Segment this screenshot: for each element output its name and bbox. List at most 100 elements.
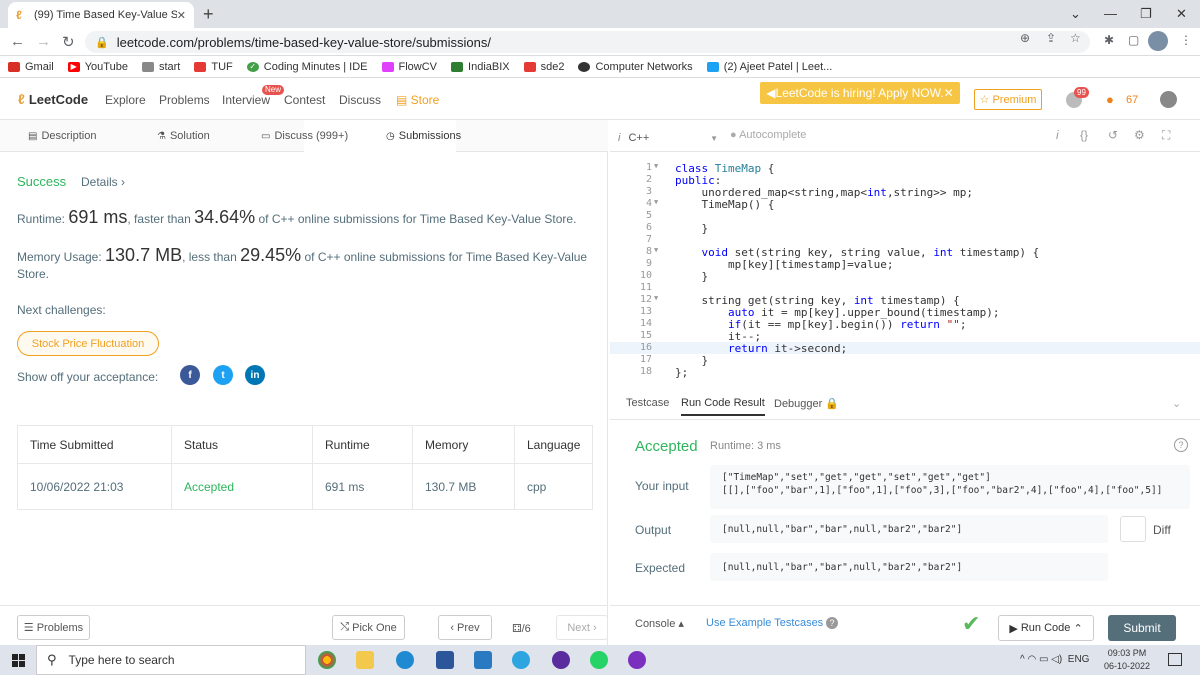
diff-toggle[interactable] (1120, 516, 1146, 542)
bookmark-computer-networks[interactable]: Computer Networks (578, 61, 693, 73)
photos-icon[interactable] (436, 651, 454, 669)
nav-contest[interactable]: Contest (284, 93, 325, 107)
twitter-share-icon[interactable]: t (213, 365, 233, 385)
browser-tab[interactable]: ℓ (99) Time Based Key-Value Store ✕ (8, 2, 194, 28)
tab-description[interactable]: ▤ Description (28, 130, 96, 142)
help-icon[interactable]: ? (1174, 438, 1188, 452)
bookmark-twitter[interactable]: (2) Ajeet Patel | Leet... (706, 61, 832, 73)
cell-status-link[interactable]: Accepted (171, 463, 313, 510)
notification-center-icon[interactable] (1168, 653, 1182, 666)
tab-discuss[interactable]: ▭ Discuss (999+) (261, 130, 348, 142)
language-select[interactable]: i C++ ▼ (618, 128, 718, 148)
close-banner-icon[interactable]: ✕ (944, 86, 954, 100)
share-icon[interactable]: ⇪ (1046, 31, 1056, 45)
profile-avatar[interactable] (1148, 31, 1168, 51)
system-tray[interactable]: ^ ◠ ▭ ◁) ENG (1020, 654, 1089, 665)
collapse-chevron-icon[interactable]: ⌄ (1172, 397, 1181, 410)
bookmark-flowcv[interactable]: FlowCV (381, 61, 437, 73)
tab-submissions[interactable]: ◷ Submissions (386, 130, 461, 142)
info-icon[interactable]: i (1056, 128, 1059, 142)
bookmark-youtube[interactable]: ▶ YouTube (67, 61, 128, 73)
globe-icon (578, 61, 591, 72)
telegram-icon[interactable] (512, 651, 530, 669)
challenge-stock-price-fluctuation[interactable]: Stock Price Fluctuation (17, 331, 159, 356)
back-icon[interactable]: ← (10, 33, 25, 50)
runtime-value: 691 ms (68, 207, 128, 227)
facebook-icon[interactable]: f (180, 365, 200, 385)
chrome-icon[interactable] (318, 651, 336, 669)
runtime-stat: Runtime: 691 ms, faster than 34.64% of C… (17, 207, 577, 227)
bookmark-tuf[interactable]: TUF (194, 61, 233, 73)
nav-problems[interactable]: Problems (159, 93, 210, 107)
code-editor[interactable]: 1 ▼ class TimeMap { 2 public: 3 unordered_m… (610, 158, 1200, 392)
file-explorer-icon[interactable] (356, 651, 374, 669)
fullscreen-icon[interactable]: ⛶ (1162, 128, 1170, 143)
github-desktop-icon[interactable] (628, 651, 646, 669)
prev-button[interactable]: ‹ Prev (438, 615, 492, 640)
tab-debugger[interactable]: Debugger 🔒 (774, 397, 839, 410)
nav-explore[interactable]: Explore (105, 93, 146, 107)
bookmark-start[interactable]: start (141, 61, 180, 73)
sidepanel-icon[interactable]: ▢ (1128, 33, 1139, 47)
bookmark-star-icon[interactable]: ☆ (1070, 31, 1081, 45)
next-button[interactable]: Next › (556, 615, 608, 640)
use-example-testcases-link[interactable]: Use Example Testcases (706, 617, 823, 629)
run-code-button[interactable]: ▶ Run Code ⌃ (998, 615, 1094, 641)
counter-icon: ⚃ (512, 623, 522, 635)
eclipse-icon[interactable] (552, 651, 570, 669)
reset-icon[interactable]: ↺ (1108, 128, 1118, 142)
tab-solution[interactable]: ⚗ Solution (157, 130, 210, 142)
memory-value: 130.7 MB (105, 245, 183, 265)
zoom-icon[interactable]: ⊕ (1020, 31, 1030, 45)
reload-icon[interactable]: ↻ (62, 33, 75, 51)
nav-discuss[interactable]: Discuss (339, 93, 381, 107)
new-tab-icon[interactable]: + (203, 4, 214, 25)
problems-button[interactable]: ☰ Problems (17, 615, 90, 640)
premium-button[interactable]: ☆ Premium (974, 89, 1042, 110)
tab-run-code-result[interactable]: Run Code Result (681, 397, 765, 416)
pick-one-button[interactable]: ⤭ Pick One (332, 615, 405, 640)
nav-interview[interactable]: Interview (222, 93, 270, 107)
bookmark-indiabix[interactable]: IndiaBIX (451, 61, 510, 73)
minimize-icon[interactable]: — (1104, 6, 1117, 21)
taskbar-search[interactable]: ⚲ Type here to search (36, 645, 306, 675)
bookmark-sde2[interactable]: sde2 (523, 61, 564, 73)
braces-icon[interactable]: {} (1080, 128, 1088, 142)
autocomplete-toggle[interactable]: ● Autocomplete (730, 129, 806, 141)
linkedin-icon[interactable]: in (245, 365, 265, 385)
vscode-icon[interactable] (474, 651, 492, 669)
hiring-banner[interactable]: ◀ LeetCode is hiring! Apply NOW. ✕ (760, 82, 960, 104)
close-window-icon[interactable]: ✕ (1176, 6, 1187, 22)
details-link[interactable]: Details › (81, 175, 125, 189)
help-icon[interactable]: ? (826, 617, 838, 629)
leetcode-logo[interactable]: ℓ LeetCode (18, 91, 88, 107)
console-button[interactable]: Console ▴ (635, 617, 684, 630)
extensions-icon[interactable]: ✱ (1104, 33, 1114, 47)
user-avatar[interactable] (1160, 91, 1177, 108)
submit-button[interactable]: Submit (1108, 615, 1176, 641)
edge-icon[interactable] (396, 651, 414, 669)
cell-memory: 130.7 MB (412, 463, 515, 510)
lock-icon: 🔒 (95, 36, 109, 49)
forward-icon[interactable]: → (36, 33, 51, 50)
address-bar[interactable]: 🔒 leetcode.com/problems/time-based-key-v… (85, 31, 1090, 53)
code-line-active: 16 return it->second; (610, 342, 1200, 355)
taskbar-clock[interactable]: 09:03 PM 06-10-2022 (1104, 647, 1150, 673)
description-icon: ▤ (28, 130, 38, 142)
run-runtime: Runtime: 3 ms (710, 440, 781, 452)
tab-testcase[interactable]: Testcase (626, 397, 669, 409)
menu-kebab-icon[interactable]: ⋮ (1180, 33, 1192, 47)
close-tab-icon[interactable]: ✕ (177, 9, 186, 22)
nav-store[interactable]: ▤ Store (396, 93, 439, 107)
windows-start-icon[interactable] (12, 654, 25, 667)
bookmark-coding-minutes[interactable]: ✓ Coding Minutes | IDE (246, 61, 368, 73)
settings-icon[interactable]: ⚙ (1134, 128, 1145, 142)
bookmark-gmail[interactable]: Gmail (8, 61, 54, 73)
expected-label: Expected (635, 561, 686, 575)
code-line: 6 } (645, 222, 709, 235)
whatsapp-icon[interactable] (590, 651, 608, 669)
restore-icon[interactable]: ❐ (1140, 6, 1152, 22)
code-line: 1 ▼ class TimeMap { (645, 162, 775, 175)
table-row[interactable]: 10/06/2022 21:03 Accepted 691 ms 130.7 M… (17, 463, 593, 510)
chevron-down-icon[interactable]: ⌄ (1070, 6, 1081, 22)
